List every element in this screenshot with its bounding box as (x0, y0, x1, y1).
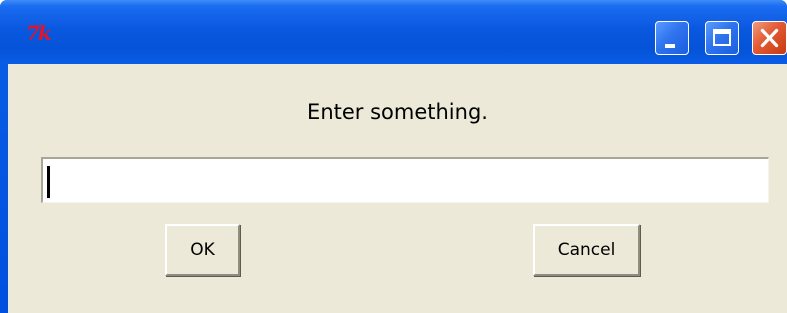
title-bar[interactable]: 7k (0, 0, 787, 64)
close-button[interactable] (752, 21, 787, 55)
ok-button[interactable]: OK (165, 224, 240, 276)
text-caret (47, 166, 50, 198)
minimize-icon (665, 44, 675, 48)
close-icon (760, 28, 779, 48)
prompt-label: Enter something. (307, 100, 488, 124)
text-entry-field[interactable] (41, 157, 769, 203)
minimize-button[interactable] (655, 21, 689, 55)
maximize-button[interactable] (705, 21, 739, 55)
dialog-window: 7k Enter something. OK Cancel (0, 0, 787, 313)
maximize-icon (713, 29, 731, 46)
tk-app-icon[interactable]: 7k (26, 22, 58, 44)
cancel-button[interactable]: Cancel (533, 224, 640, 276)
dialog-body: Enter something. OK Cancel (8, 64, 787, 313)
